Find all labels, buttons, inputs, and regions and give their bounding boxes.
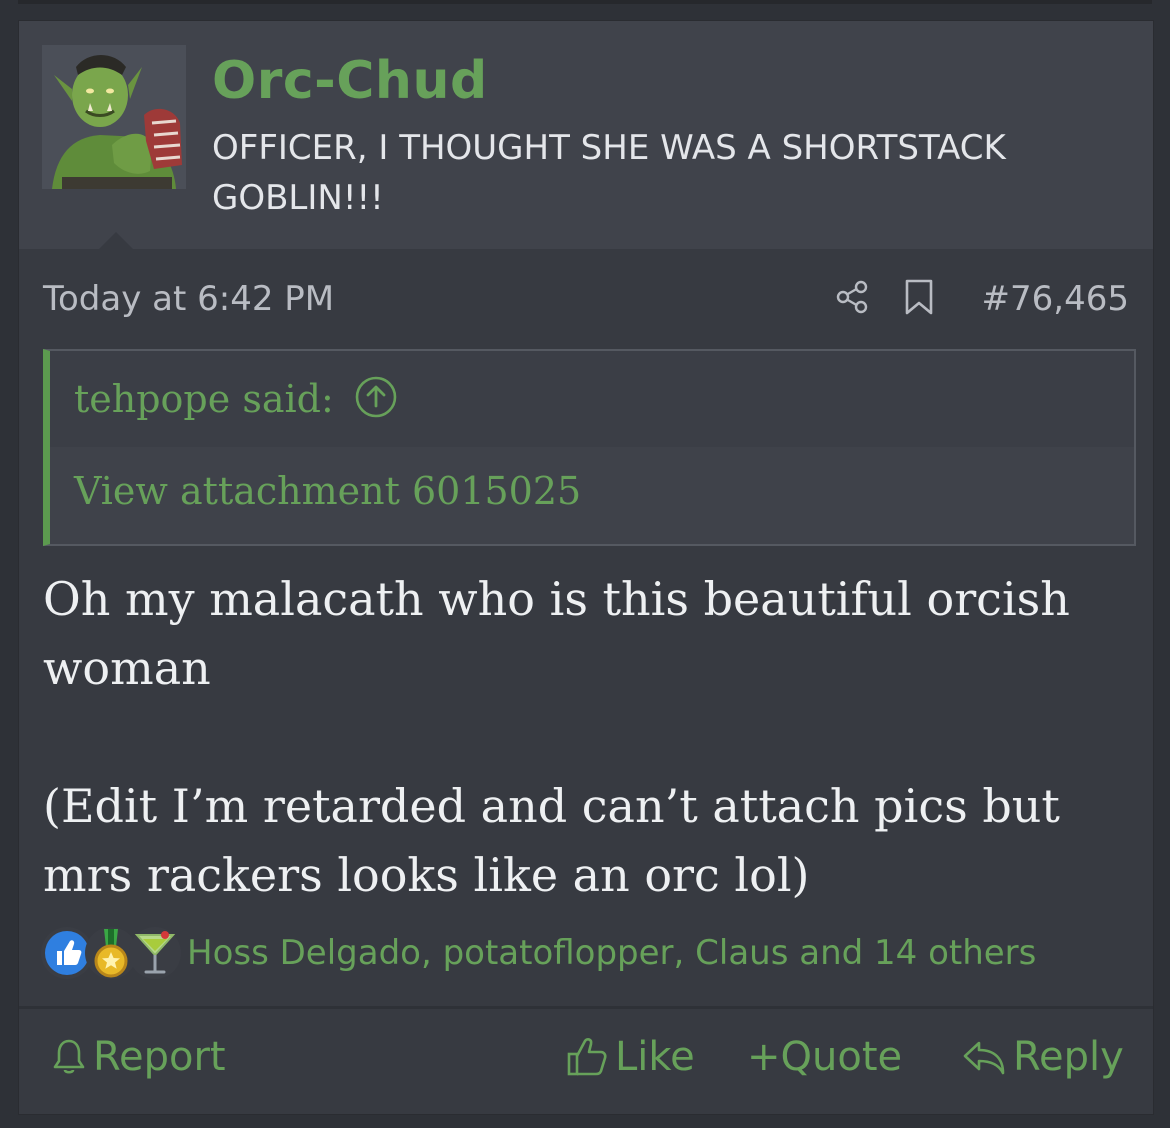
user-avatar[interactable] — [42, 45, 186, 189]
thumbs-up-icon — [567, 1038, 607, 1076]
arrow-up-circle-icon[interactable] — [354, 375, 398, 423]
report-label: Report — [93, 1034, 226, 1080]
reply-arrow-icon — [963, 1041, 1005, 1075]
post-meta-actions: #76,465 — [834, 277, 1129, 321]
message-paragraph: (Edit I’m retarded and can’t attach pics… — [43, 779, 1060, 902]
report-button[interactable]: Report — [51, 1027, 226, 1087]
post-date[interactable]: Today at 6:42 PM — [43, 279, 334, 319]
post-user-header: Orc-Chud OFFICER, I THOUGHT SHE WAS A SH… — [19, 21, 1153, 249]
message-paragraph: Oh my malacath who is this beautiful orc… — [43, 572, 1070, 695]
user-title: OFFICER, I THOUGHT SHE WAS A SHORTSTACK … — [212, 128, 1006, 218]
like-button[interactable]: Like — [565, 1027, 695, 1087]
cocktail-reaction-icon — [129, 927, 181, 979]
like-label: Like — [615, 1034, 695, 1080]
quote-author[interactable]: tehpope said: — [74, 377, 334, 421]
top-divider — [18, 0, 1152, 4]
reaction-icons — [41, 923, 181, 983]
post-number-link[interactable]: #76,465 — [982, 279, 1129, 319]
quote-attachment-link[interactable]: View attachment 6015025 — [74, 469, 581, 513]
reply-button[interactable]: Reply — [961, 1027, 1124, 1087]
post-message: Oh my malacath who is this beautiful orc… — [43, 565, 1123, 910]
header-pointer — [99, 232, 133, 249]
quote-block: tehpope said: View attachment 6015025 — [43, 349, 1136, 546]
quote-header: tehpope said: — [50, 351, 1134, 447]
bookmark-icon[interactable] — [904, 278, 934, 320]
username[interactable]: Orc-Chud — [212, 51, 488, 111]
quote-button[interactable]: +Quote — [747, 1027, 902, 1087]
reaction-users-link[interactable]: Hoss Delgado, potatoflopper, Claus and 1… — [187, 933, 1036, 973]
reactions-bar[interactable]: Hoss Delgado, potatoflopper, Claus and 1… — [41, 923, 1036, 983]
quote-label: +Quote — [747, 1034, 903, 1080]
post-actions: Report Like +Quote Reply — [19, 1009, 1153, 1114]
bell-icon — [53, 1039, 85, 1074]
share-icon[interactable] — [834, 279, 870, 319]
reply-label: Reply — [1013, 1034, 1124, 1080]
forum-post: Orc-Chud OFFICER, I THOUGHT SHE WAS A SH… — [18, 20, 1154, 1115]
orc-avatar-image — [42, 45, 186, 189]
